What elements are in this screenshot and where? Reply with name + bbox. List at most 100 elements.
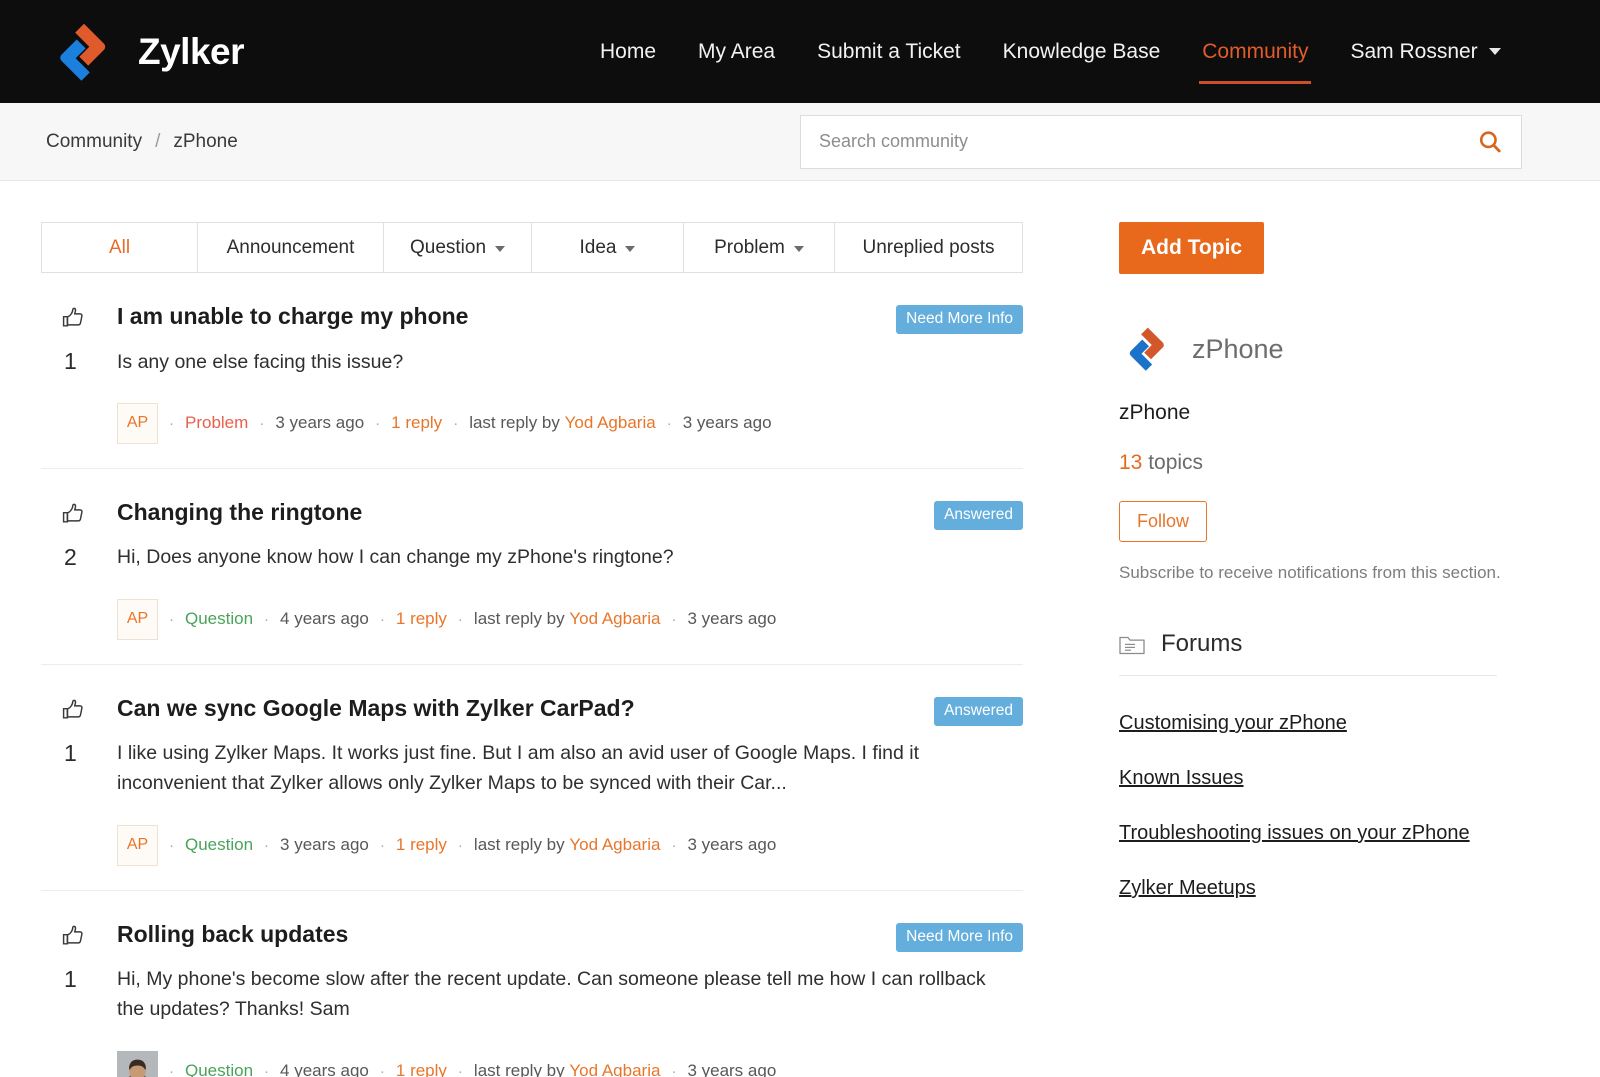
avatar: AP [117,402,158,444]
brand[interactable]: Zylker [46,15,245,89]
meta-separator: · [671,1062,677,1077]
search-input[interactable] [819,131,1477,152]
meta-separator: · [671,836,677,854]
search-icon[interactable] [1477,129,1503,155]
tab-problem-label: Problem [714,236,785,258]
nav-link-my-area[interactable]: My Area [677,32,796,72]
last-reply-author[interactable]: Yod Agbaria [569,1061,660,1077]
last-reply-author[interactable]: Yod Agbaria [565,413,656,433]
post-title[interactable]: I am unable to charge my phone [117,303,468,331]
tab-all[interactable]: All [42,223,198,272]
post-title[interactable]: Rolling back updates [117,921,348,949]
vote-block[interactable]: 1 [41,303,117,444]
vote-block[interactable]: 2 [41,499,117,640]
filter-tabs: All Announcement Question Idea Problem U… [41,222,1023,273]
post-age: 4 years ago [280,609,369,629]
thumbs-up-icon[interactable] [60,305,87,332]
add-topic-button[interactable]: Add Topic [1119,222,1265,274]
breadcrumb-item-community[interactable]: Community [46,131,142,153]
post-list-item[interactable]: 1 Rolling back updates Hi, My phone's be… [41,891,1023,1077]
post-type[interactable]: Question [185,835,253,855]
tab-announcement-label: Announcement [226,236,355,258]
nav-link-knowledge-base[interactable]: Knowledge Base [982,32,1182,72]
avatar: AP [117,824,158,866]
post-age: 3 years ago [280,835,369,855]
zylker-diamond-logo-icon [46,15,120,89]
thumbs-up-icon[interactable] [60,501,87,528]
nav-link-community[interactable]: Community [1181,32,1329,84]
breadcrumb-item-current: zPhone [173,130,238,152]
post-age: 4 years ago [280,1061,369,1077]
last-reply-prefix: last reply by [473,1061,565,1077]
reply-count[interactable]: 1 reply [396,835,447,855]
forum-link-known-issues[interactable]: Known Issues [1119,767,1549,790]
thumbs-up-icon[interactable] [60,923,87,950]
search-bar[interactable] [800,114,1522,169]
post-type[interactable]: Question [185,609,253,629]
sidebar: Add Topic zPhone zPhone 13 topics Follow… [1119,222,1549,1077]
meta-separator: · [457,836,463,854]
vote-count: 1 [64,965,77,992]
top-navigation-bar: Zylker Home My Area Submit a Ticket Know… [0,0,1600,103]
reply-count[interactable]: 1 reply [396,609,447,629]
post-list-item[interactable]: 2 Changing the ringtone Hi, Does anyone … [41,469,1023,665]
post-body: I am unable to charge my phone Is any on… [117,303,1023,444]
forum-link-zylker-meetups[interactable]: Zylker Meetups [1119,877,1549,900]
user-menu-label: Sam Rossner [1350,39,1478,63]
post-meta: AP · Question · 4 years ago · 1 reply · … [117,598,1003,640]
tab-unreplied-posts[interactable]: Unreplied posts [835,223,1022,272]
forum-link-troubleshooting-issues-on-your-zphone[interactable]: Troubleshooting issues on your zPhone [1119,822,1549,845]
meta-separator: · [169,836,174,854]
post-type[interactable]: Question [185,1061,253,1077]
topic-name: zPhone [1192,333,1284,364]
meta-separator: · [671,610,677,628]
post-title[interactable]: Changing the ringtone [117,499,362,527]
tab-question[interactable]: Question [384,223,532,272]
meta-separator: · [375,414,381,432]
last-reply-time: 3 years ago [682,413,772,433]
post-title[interactable]: Can we sync Google Maps with Zylker CarP… [117,695,635,723]
user-menu[interactable]: Sam Rossner [1329,32,1521,72]
meta-separator: · [379,836,385,854]
breadcrumb: Community / zPhone [46,131,238,153]
avatar: AP [117,598,158,640]
status-badge[interactable]: Answered [934,500,1023,530]
brand-name: Zylker [138,30,245,72]
last-reply-author[interactable]: Yod Agbaria [569,609,660,629]
forums-header: Forums [1119,630,1549,658]
meta-separator: · [264,610,270,628]
tab-idea[interactable]: Idea [532,223,684,272]
tab-announcement[interactable]: Announcement [198,223,384,272]
post-list-item[interactable]: 1 Can we sync Google Maps with Zylker Ca… [41,665,1023,891]
status-badge[interactable]: Need More Info [896,922,1023,952]
main-nav: Home My Area Submit a Ticket Knowledge B… [579,32,1522,84]
nav-link-submit-a-ticket[interactable]: Submit a Ticket [796,32,982,72]
forums-divider [1119,675,1497,676]
status-badge[interactable]: Answered [934,696,1023,726]
vote-block[interactable]: 1 [41,695,117,866]
thumbs-up-icon[interactable] [60,697,87,724]
meta-separator: · [259,414,265,432]
follow-button[interactable]: Follow [1119,501,1208,542]
post-excerpt: Hi, Does anyone know how I can change my… [117,546,674,569]
tab-problem[interactable]: Problem [684,223,835,272]
nav-link-home[interactable]: Home [579,32,677,72]
reply-count[interactable]: 1 reply [396,1061,447,1077]
post-body: Can we sync Google Maps with Zylker CarP… [117,695,1023,866]
forum-link-customising-your-zphone[interactable]: Customising your zPhone [1119,712,1549,735]
chevron-down-icon [625,246,636,252]
status-badge[interactable]: Need More Info [896,305,1023,334]
last-reply-time: 3 years ago [687,1061,777,1077]
last-reply-author[interactable]: Yod Agbaria [569,835,660,855]
topic-header: zPhone [1119,321,1549,377]
reply-count[interactable]: 1 reply [391,413,442,433]
tab-idea-label: Idea [579,236,617,258]
post-list-item[interactable]: 1 I am unable to charge my phone Is any … [41,273,1023,469]
topic-count-label: topics [1148,451,1204,474]
vote-block[interactable]: 1 [41,921,117,1077]
post-type[interactable]: Problem [185,413,248,433]
last-reply-time: 3 years ago [687,609,777,629]
tab-all-label: All [108,236,131,258]
meta-separator: · [169,414,174,432]
meta-separator: · [666,414,672,432]
